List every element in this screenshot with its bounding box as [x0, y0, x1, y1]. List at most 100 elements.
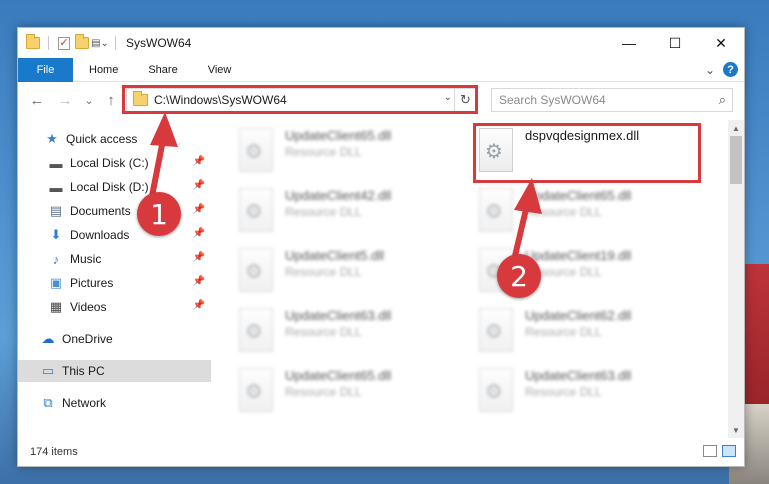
window-title: SysWOW64 — [126, 36, 192, 50]
dll-file-icon — [479, 368, 513, 412]
computer-icon: ▭ — [41, 363, 55, 378]
forward-button[interactable]: → — [54, 89, 76, 111]
divider — [48, 36, 49, 50]
folder-icon — [133, 91, 148, 106]
tab-home[interactable]: Home — [73, 58, 134, 82]
pin-icon: 📌 — [192, 204, 205, 215]
view-toggle — [703, 445, 736, 457]
sidebar-item-documents[interactable]: ▤ Documents 📌 — [18, 200, 211, 222]
help-icon[interactable]: ? — [723, 62, 738, 77]
back-button[interactable]: ← — [26, 89, 48, 111]
file-type: Resource DLL — [525, 205, 602, 219]
file-item[interactable]: UpdateClient63.dll Resource DLL — [479, 366, 709, 420]
star-icon: ★ — [46, 131, 58, 146]
expand-ribbon-icon[interactable]: ⌄ — [705, 63, 715, 77]
sidebar-item-quick-access[interactable]: ★ Quick access — [18, 128, 211, 150]
quick-access-toolbar: ✓ ▤⌄ — [18, 34, 109, 50]
item-count: 174 items — [30, 446, 78, 458]
scroll-down-icon[interactable]: ▼ — [728, 422, 744, 438]
up-button[interactable]: ↑ — [100, 89, 122, 111]
file-type: Resource DLL — [285, 205, 362, 219]
file-item[interactable]: UpdateClient65.dll Resource DLL — [239, 366, 469, 420]
window-controls: — ☐ ✕ — [606, 28, 744, 58]
pin-icon: 📌 — [192, 180, 205, 191]
address-bar[interactable]: C:\Windows\SysWOW64 ⌄ ↻ — [126, 88, 477, 112]
file-name: UpdateClient63.dll — [285, 308, 392, 323]
maximize-button[interactable]: ☐ — [652, 28, 698, 58]
pin-icon: 📌 — [192, 276, 205, 287]
downloads-icon: ⬇ — [50, 227, 62, 242]
file-name: UpdateClient63.dll — [525, 368, 632, 383]
navigation-bar: ← → ⌄ ↑ C:\Windows\SysWOW64 ⌄ ↻ Search S… — [18, 82, 744, 118]
address-dropdown-icon[interactable]: ⌄ — [444, 92, 452, 103]
navigation-pane: ★ Quick access ▬ Local Disk (C:) 📌 ▬ Loc… — [18, 120, 213, 438]
sidebar-item-label: Quick access — [66, 132, 138, 146]
pictures-icon: ▣ — [49, 275, 63, 290]
dll-file-icon — [239, 248, 273, 292]
sidebar-item-music[interactable]: ♪ Music 📌 — [18, 248, 211, 270]
file-type: Resource DLL — [285, 325, 362, 339]
onedrive-icon: ☁ — [41, 331, 55, 346]
sidebar-item-network[interactable]: ⧉ Network — [18, 392, 211, 414]
new-folder-icon[interactable] — [75, 34, 89, 50]
close-button[interactable]: ✕ — [698, 28, 744, 58]
sidebar-item-this-pc[interactable]: ▭ This PC — [18, 360, 211, 382]
sidebar-item-videos[interactable]: ▦ Videos 📌 — [18, 296, 211, 318]
file-item-dspvqdesignmex[interactable]: dspvqdesignmex.dll — [479, 126, 709, 180]
search-icon[interactable]: ⌕ — [719, 92, 726, 108]
file-item[interactable]: UpdateClient62.dll Resource DLL — [479, 306, 709, 360]
pin-icon: 📌 — [192, 300, 205, 311]
sidebar-item-pictures[interactable]: ▣ Pictures 📌 — [18, 272, 211, 294]
file-name: UpdateClient62.dll — [525, 308, 632, 323]
sidebar-item-downloads[interactable]: ⬇ Downloads 📌 — [18, 224, 211, 246]
sidebar-item-label: Music — [70, 252, 102, 266]
file-item[interactable]: UpdateClient5.dll Resource DLL — [239, 246, 469, 300]
dll-file-icon — [239, 308, 273, 352]
file-type: Resource DLL — [285, 265, 362, 279]
dll-file-icon — [239, 188, 273, 232]
search-input[interactable]: Search SysWOW64 — [499, 93, 606, 107]
vertical-scrollbar[interactable]: ▲ ▼ — [728, 120, 744, 438]
file-name: UpdateClient5.dll — [285, 248, 385, 263]
file-item[interactable]: UpdateClient65.dll Resource DLL — [479, 186, 709, 240]
tab-view[interactable]: View — [192, 58, 248, 82]
file-type: Resource DLL — [285, 145, 362, 159]
minimize-button[interactable]: — — [606, 28, 652, 58]
scroll-up-icon[interactable]: ▲ — [728, 120, 744, 136]
file-type: Resource DLL — [525, 325, 602, 339]
dll-file-icon — [239, 368, 273, 412]
dll-file-icon — [479, 128, 513, 172]
recent-locations-button[interactable]: ⌄ — [78, 89, 100, 111]
details-view-icon[interactable] — [703, 445, 717, 457]
dll-file-icon — [479, 308, 513, 352]
videos-icon: ▦ — [49, 299, 63, 314]
ribbon-tabs: File Home Share View ⌄ ? — [18, 57, 744, 82]
file-item[interactable]: UpdateClient65.dll Resource DLL — [239, 126, 469, 180]
pin-icon: 📌 — [192, 228, 205, 239]
file-item[interactable]: UpdateClient63.dll Resource DLL — [239, 306, 469, 360]
file-type: Resource DLL — [285, 385, 362, 399]
search-box[interactable]: Search SysWOW64 ⌕ — [491, 88, 733, 112]
properties-icon[interactable]: ✓ — [57, 36, 71, 50]
documents-icon: ▤ — [49, 203, 63, 218]
tiles-view-icon[interactable] — [722, 445, 736, 457]
sidebar-item-onedrive[interactable]: ☁ OneDrive — [18, 328, 211, 350]
scroll-thumb[interactable] — [730, 136, 742, 184]
tab-file[interactable]: File — [18, 57, 73, 82]
sidebar-item-local-disk-d[interactable]: ▬ Local Disk (D:) 📌 — [18, 176, 211, 198]
sidebar-item-local-disk-c[interactable]: ▬ Local Disk (C:) 📌 — [18, 152, 211, 174]
folder-icon[interactable] — [26, 34, 40, 50]
title-bar: ✓ ▤⌄ SysWOW64 — ☐ ✕ — [18, 28, 744, 58]
sidebar-item-label: Downloads — [70, 228, 130, 242]
sidebar-item-label: OneDrive — [62, 332, 113, 346]
file-explorer-window: ✓ ▤⌄ SysWOW64 — ☐ ✕ File Home Share View… — [17, 27, 745, 467]
customize-toolbar-icon[interactable]: ▤⌄ — [91, 36, 109, 50]
file-item[interactable]: UpdateClient42.dll Resource DLL — [239, 186, 469, 240]
address-path[interactable]: C:\Windows\SysWOW64 — [154, 93, 287, 107]
file-name: UpdateClient19.dll — [525, 248, 632, 263]
tab-share[interactable]: Share — [134, 58, 191, 82]
file-name: UpdateClient65.dll — [285, 128, 392, 143]
pin-icon: 📌 — [192, 156, 205, 167]
refresh-button[interactable]: ↻ — [454, 89, 476, 111]
sidebar-item-label: Videos — [70, 300, 107, 314]
